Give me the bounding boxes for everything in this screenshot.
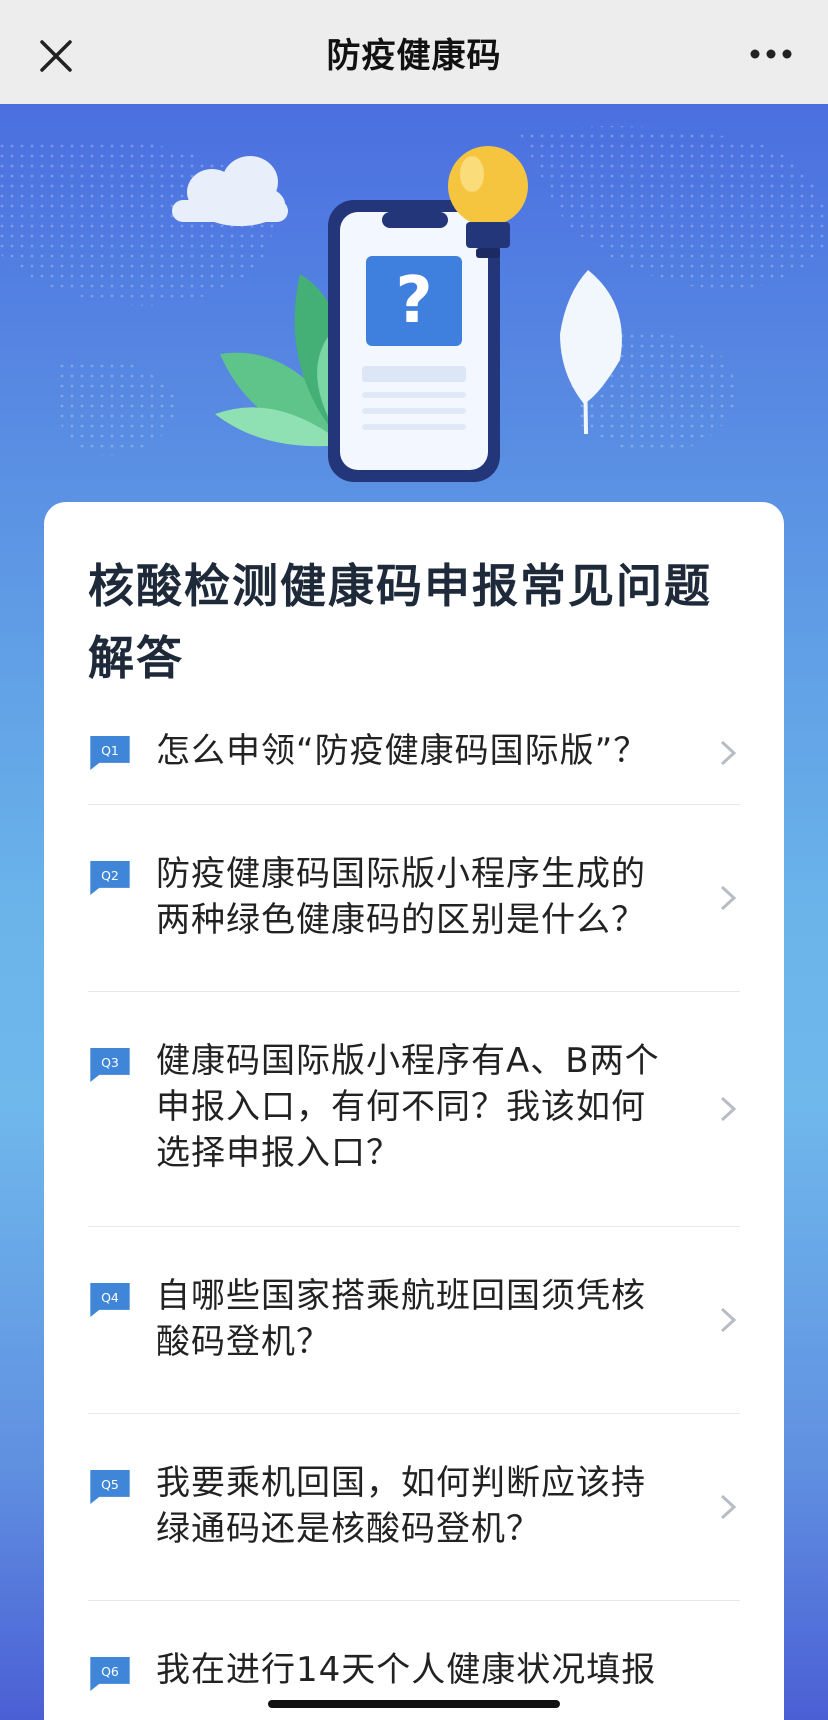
q2-badge-icon: Q2 xyxy=(90,861,130,895)
q1-badge-icon: Q1 xyxy=(90,736,130,770)
q6-badge-icon: Q6 xyxy=(90,1657,130,1691)
question-item-q5[interactable]: Q5 我要乘机回国，如何判断应该持绿通码还是核酸码登机？ xyxy=(88,1414,740,1601)
q3-badge-icon: Q3 xyxy=(90,1048,130,1082)
question-item-q1[interactable]: Q1 怎么申领“防疫健康码国际版”？ xyxy=(88,712,740,805)
question-text: 我在进行14天个人健康状况填报 xyxy=(156,1650,657,1690)
question-item-q4[interactable]: Q4 自哪些国家搭乘航班回国须凭核酸码登机？ xyxy=(88,1227,740,1414)
svg-text:Q3: Q3 xyxy=(101,1055,119,1070)
question-text: 我要乘机回国，如何判断应该持绿通码还是核酸码登机？ xyxy=(156,1463,646,1549)
question-item-q2[interactable]: Q2 防疫健康码国际版小程序生成的两种绿色健康码的区别是什么？ xyxy=(88,805,740,992)
svg-text:Q5: Q5 xyxy=(101,1477,119,1492)
faq-card: 核酸检测健康码申报常见问题解答 Q1 怎么申领“防疫健康码国际版”？ Q2 防疫… xyxy=(44,502,784,1720)
hero-illustration: ? xyxy=(0,126,828,482)
question-text: 自哪些国家搭乘航班回国须凭核酸码登机？ xyxy=(156,1276,646,1362)
top-nav-bar: 防疫健康码 xyxy=(0,0,828,104)
chevron-right-icon xyxy=(720,1494,737,1520)
hero-banner: ? 核酸检测健康码申报常见问题解答 Q1 怎么申领“防疫健康码国际版”？ Q2 … xyxy=(0,104,828,1720)
svg-text:Q1: Q1 xyxy=(101,743,119,758)
close-icon[interactable] xyxy=(36,36,76,76)
faq-title: 核酸检测健康码申报常见问题解答 xyxy=(88,559,712,685)
q5-badge-icon: Q5 xyxy=(90,1470,130,1504)
svg-text:Q4: Q4 xyxy=(101,1290,119,1305)
home-indicator[interactable] xyxy=(268,1700,560,1708)
page-title: 防疫健康码 xyxy=(326,35,502,76)
chevron-right-icon xyxy=(720,740,737,766)
svg-text:Q6: Q6 xyxy=(101,1664,119,1679)
chevron-right-icon xyxy=(720,885,737,911)
question-list: Q1 怎么申领“防疫健康码国际版”？ Q2 防疫健康码国际版小程序生成的两种绿色… xyxy=(88,712,740,1720)
q4-badge-icon: Q4 xyxy=(90,1283,130,1317)
question-text: 怎么申领“防疫健康码国际版”？ xyxy=(156,731,649,771)
chevron-right-icon xyxy=(720,1096,737,1122)
question-text: 防疫健康码国际版小程序生成的两种绿色健康码的区别是什么？ xyxy=(156,854,646,940)
svg-text:Q2: Q2 xyxy=(101,868,119,883)
question-text: 健康码国际版小程序有A、B两个申报入口，有何不同？我该如何选择申报入口？ xyxy=(156,1041,660,1173)
question-item-q3[interactable]: Q3 健康码国际版小程序有A、B两个申报入口，有何不同？我该如何选择申报入口？ xyxy=(88,992,740,1227)
svg-text:?: ? xyxy=(395,264,432,338)
chevron-right-icon xyxy=(720,1307,737,1333)
more-dots-icon[interactable] xyxy=(750,44,792,64)
